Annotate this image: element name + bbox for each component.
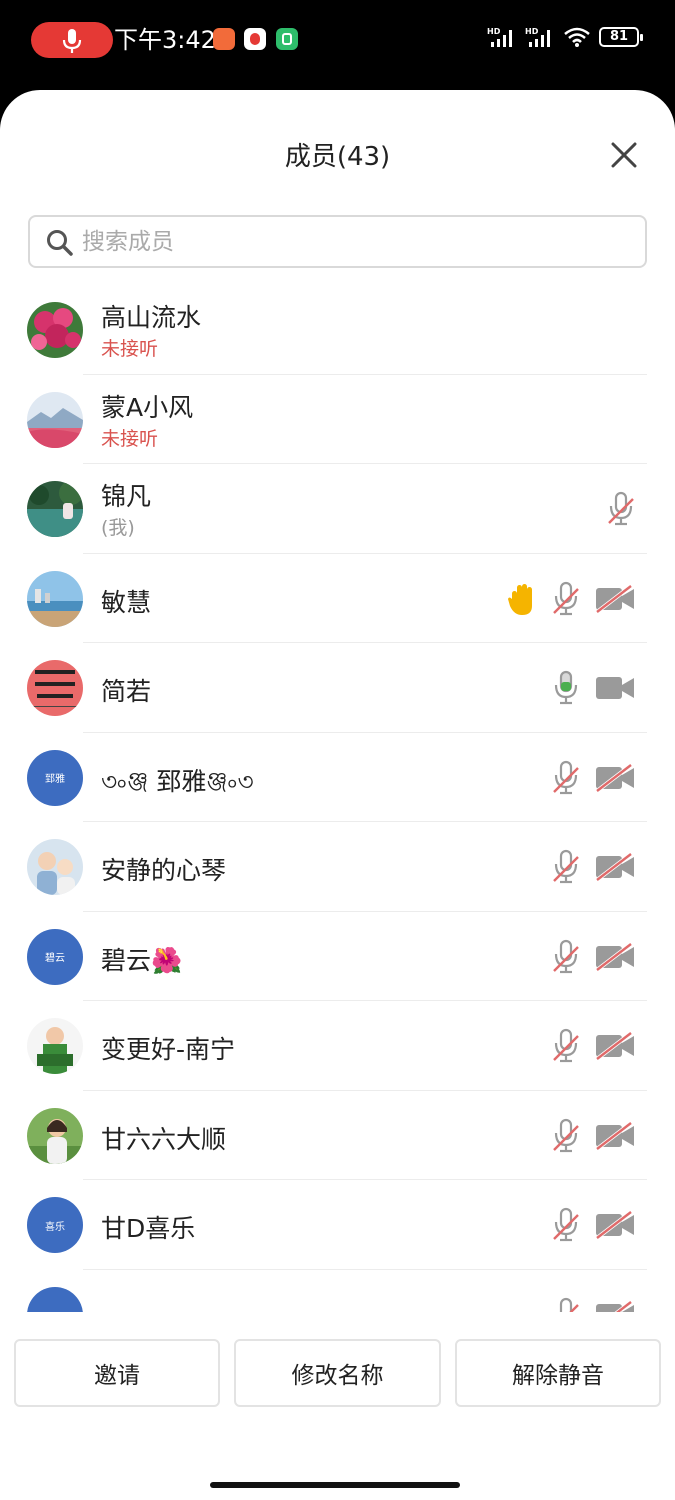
member-row[interactable]: 简若 — [0, 643, 675, 733]
rename-button[interactable]: 修改名称 — [234, 1339, 441, 1407]
member-name: 蒙A小风 — [101, 392, 194, 422]
status-bar: 下午3:42 HD HD 81 — [0, 0, 675, 90]
members-sheet: 成员(43) 高山流水未接听蒙A小风未接听锦凡(我) 敏慧 简若 郅雅৩৹ঞ্জ… — [0, 90, 675, 1500]
close-icon[interactable] — [609, 140, 639, 170]
video-off-icon[interactable] — [595, 941, 635, 972]
svg-text:HD: HD — [525, 27, 539, 36]
member-row[interactable]: 安静的心琴 — [0, 822, 675, 912]
avatar — [27, 391, 83, 448]
member-controls — [552, 670, 635, 706]
mic-muted-icon[interactable] — [552, 1118, 580, 1154]
mic-muted-icon[interactable] — [607, 491, 635, 527]
member-row[interactable]: 碧云 碧云🌺 — [0, 912, 675, 1001]
app-icon-green — [276, 28, 298, 50]
mic-muted-icon[interactable] — [552, 760, 580, 796]
member-controls — [552, 1297, 635, 1312]
avatar: 郅雅 — [27, 749, 83, 806]
home-indicator[interactable] — [210, 1482, 460, 1488]
member-controls — [552, 760, 635, 796]
avatar — [27, 660, 83, 716]
avatar — [27, 1286, 83, 1312]
member-name: 甘六六大顺 — [101, 1124, 227, 1154]
member-name: 安静的心琴 — [101, 856, 227, 885]
mic-active-icon[interactable] — [552, 670, 580, 706]
recording-indicator[interactable] — [31, 22, 113, 58]
member-row[interactable]: 甘六六大顺 — [0, 1091, 675, 1180]
app-icon-red — [244, 28, 266, 50]
avatar — [27, 302, 83, 358]
invite-button[interactable]: 邀请 — [14, 1339, 220, 1407]
video-off-icon[interactable] — [595, 583, 635, 614]
video-on-icon[interactable] — [595, 673, 635, 703]
avatar — [27, 481, 83, 537]
page-title: 成员(43) — [284, 142, 391, 172]
member-name: 锦凡 — [101, 482, 152, 511]
avatar — [27, 1107, 83, 1164]
avatar — [27, 1018, 83, 1074]
mic-muted-icon[interactable] — [552, 1028, 580, 1064]
member-name: 甘D喜乐 — [101, 1214, 196, 1243]
member-controls — [552, 1028, 635, 1064]
member-name: 碧云🌺 — [101, 945, 183, 975]
member-row[interactable]: 郅雅 ৩৹ঞ্জ 郅雅ঞ্জ৹৩ — [0, 733, 675, 822]
member-status: (我) — [101, 517, 135, 539]
unmute-button[interactable]: 解除静音 — [455, 1339, 661, 1407]
avatar — [27, 839, 83, 895]
member-row[interactable]: 喜乐 甘D喜乐 — [0, 1180, 675, 1270]
member-controls — [607, 491, 635, 527]
mic-recording-icon — [62, 29, 82, 53]
member-controls — [552, 1207, 635, 1243]
mic-muted-icon[interactable] — [552, 581, 580, 617]
member-row[interactable]: 锦凡 (我) — [0, 464, 675, 554]
member-row[interactable]: 敏慧 — [0, 554, 675, 643]
member-name: ৩৹ঞ্জ 郅雅ঞ্জ৹৩ — [101, 766, 254, 796]
member-list[interactable]: 高山流水 未接听 蒙A小风 未接听 锦凡 (我) 敏慧 简若 郅雅 ৩৹ঞ্জ 郅雅ঞ্জ৹… — [0, 285, 675, 1312]
member-row[interactable] — [0, 1270, 675, 1312]
member-name: 敏慧 — [101, 587, 152, 617]
video-off-icon[interactable] — [595, 1210, 635, 1240]
member-status: 未接听 — [101, 338, 159, 360]
member-name: 简若 — [101, 677, 152, 706]
signal-icon: HD — [525, 27, 550, 47]
avatar: 喜乐 — [27, 1197, 83, 1253]
avatar: 碧云 — [27, 928, 83, 985]
video-off-icon[interactable] — [595, 1299, 635, 1312]
mic-muted-icon[interactable] — [552, 849, 580, 885]
search-icon — [47, 230, 73, 256]
member-name: 变更好-南宁 — [101, 1035, 236, 1064]
wifi-icon — [564, 27, 590, 47]
action-bar: 邀请 修改名称 解除静音 — [0, 1339, 675, 1409]
mic-muted-icon[interactable] — [552, 1297, 580, 1312]
raise-hand-icon[interactable] — [507, 582, 537, 616]
member-status: 未接听 — [101, 427, 159, 450]
app-icon-orange — [213, 28, 235, 50]
member-controls — [507, 581, 635, 617]
member-name: 高山流水 — [101, 303, 202, 332]
video-off-icon[interactable] — [595, 762, 635, 793]
mic-muted-icon[interactable] — [552, 939, 580, 975]
status-right-cluster: HD HD 81 — [487, 26, 643, 48]
signal-icon: HD — [487, 27, 512, 47]
member-controls — [552, 849, 635, 885]
search-box[interactable] — [28, 215, 647, 268]
member-controls — [552, 939, 635, 975]
search-input[interactable] — [82, 225, 622, 259]
mic-muted-icon[interactable] — [552, 1207, 580, 1243]
svg-text:HD: HD — [487, 27, 501, 36]
avatar — [27, 570, 83, 627]
status-time: 下午3:42 — [114, 26, 216, 54]
battery-icon: 81 — [599, 27, 643, 47]
member-row[interactable]: 蒙A小风未接听 — [0, 375, 675, 464]
member-controls — [552, 1118, 635, 1154]
video-off-icon[interactable] — [595, 1120, 635, 1151]
video-off-icon[interactable] — [595, 1031, 635, 1061]
video-off-icon[interactable] — [595, 852, 635, 882]
member-row[interactable]: 变更好-南宁 — [0, 1001, 675, 1091]
member-row[interactable]: 高山流水 未接听 — [0, 285, 675, 375]
